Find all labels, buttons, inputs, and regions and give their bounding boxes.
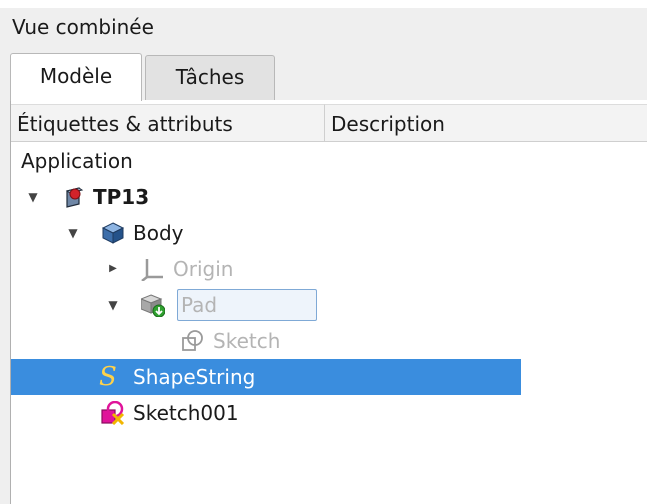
tree-item-origin[interactable]: ▶ Origin — [11, 251, 521, 287]
body-icon — [101, 222, 125, 244]
collapse-arrow-icon[interactable]: ▶ — [105, 261, 121, 277]
sketch-icon — [182, 330, 203, 351]
tree-item-sketch001[interactable]: Sketch001 — [11, 395, 521, 431]
tree-item-sketch[interactable]: Sketch — [11, 323, 521, 359]
tree-item-tp13[interactable]: ▼ TP13 — [11, 179, 521, 215]
expand-arrow-icon[interactable]: ▼ — [105, 297, 121, 313]
expand-arrow-icon[interactable]: ▼ — [65, 225, 81, 241]
shapestring-icon: S — [99, 362, 117, 392]
rename-input[interactable]: Pad — [177, 289, 317, 321]
tree-item-shapestring[interactable]: S ShapeString — [11, 359, 521, 395]
tree-item-label: TP13 — [93, 185, 150, 209]
pad-icon — [141, 294, 165, 317]
tree-item-label: Sketch001 — [133, 401, 239, 425]
column-header-labels[interactable]: Étiquettes & attributs — [11, 104, 325, 142]
document-icon — [65, 187, 84, 208]
tree-item-label: ShapeString — [133, 365, 256, 389]
sketch-error-icon — [101, 401, 125, 425]
origin-icon — [141, 259, 163, 281]
tree-root-label: Application — [21, 149, 133, 173]
tab-model[interactable]: Modèle — [10, 53, 142, 101]
expand-arrow-icon[interactable]: ▼ — [25, 189, 41, 205]
tree-item-label: Pad — [181, 293, 218, 317]
tree-item-pad[interactable]: ▼ Pad — [11, 287, 521, 323]
tree-item-body[interactable]: ▼ Body — [11, 215, 521, 251]
tree-item-label: Sketch — [213, 329, 281, 353]
tree-root-application[interactable]: Application — [11, 143, 521, 179]
tree-item-label: Body — [133, 221, 184, 245]
tree-panel: Étiquettes & attributs Description Appli… — [0, 100, 647, 504]
combo-view-title: Vue combinée — [0, 8, 647, 46]
tab-bar: Modèle Tâches — [0, 46, 647, 101]
column-header-description[interactable]: Description — [325, 104, 647, 142]
tree-item-label: Origin — [173, 257, 234, 281]
tab-tasks[interactable]: Tâches — [145, 55, 275, 100]
tree-view[interactable]: Étiquettes & attributs Description Appli… — [10, 100, 647, 504]
